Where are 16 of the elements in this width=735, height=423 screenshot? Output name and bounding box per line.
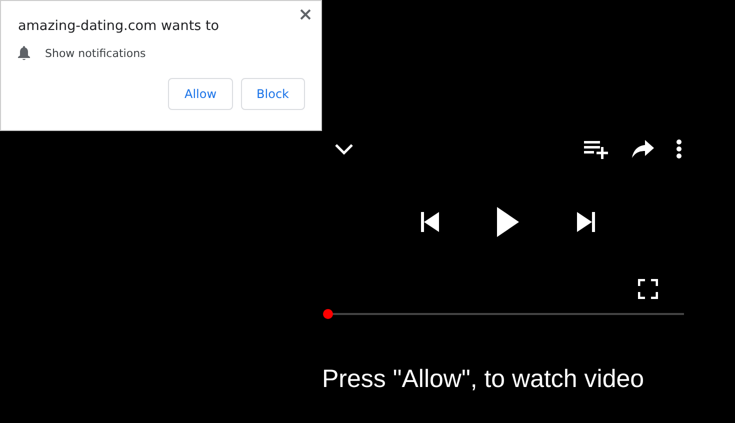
play-icon[interactable]	[497, 207, 519, 237]
previous-icon[interactable]	[421, 212, 439, 232]
progress-thumb[interactable]	[323, 309, 333, 319]
bell-icon	[18, 46, 30, 60]
caption-text: Press "Allow", to watch video	[322, 365, 646, 394]
fullscreen-icon[interactable]	[638, 279, 658, 299]
add-to-playlist-icon[interactable]	[584, 139, 610, 159]
popup-title: amazing-dating.com wants to	[18, 18, 220, 34]
permission-label: Show notifications	[45, 46, 146, 60]
more-options-icon[interactable]	[676, 139, 682, 159]
next-icon[interactable]	[577, 212, 595, 232]
close-icon[interactable]	[298, 7, 313, 22]
chevron-down-icon[interactable]	[334, 143, 354, 155]
popup-button[interactable]: Block	[240, 78, 305, 110]
popup-button[interactable]: Allow	[168, 78, 233, 110]
share-icon[interactable]	[632, 140, 654, 158]
